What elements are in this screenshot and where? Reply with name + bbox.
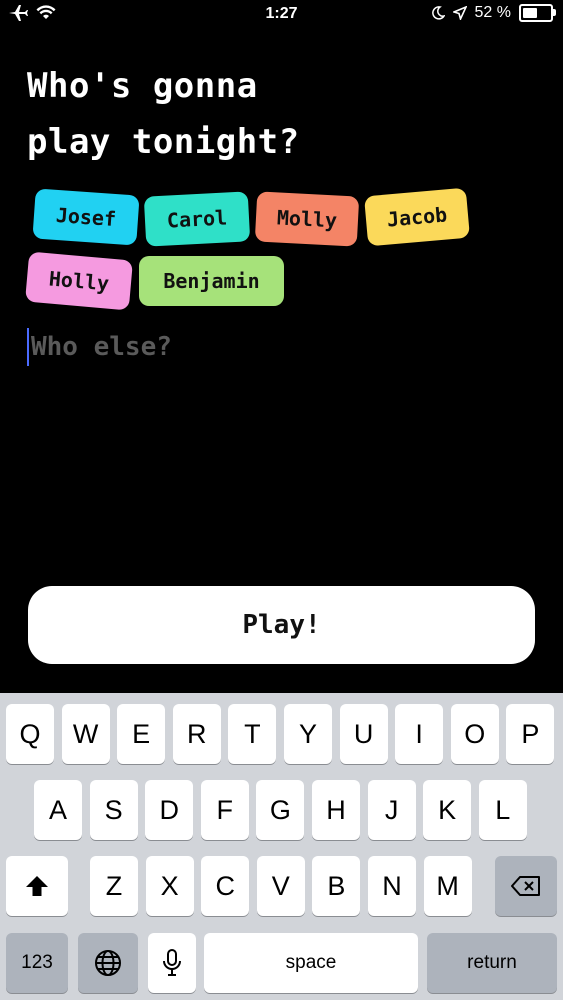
page-title: Who's gonna play tonight? <box>27 66 300 162</box>
name-input-placeholder: Who else? <box>31 332 172 362</box>
return-key[interactable]: return <box>427 933 557 993</box>
moon-icon <box>431 6 445 20</box>
numbers-key[interactable]: 123 <box>6 933 68 993</box>
key-v[interactable]: V <box>256 856 305 916</box>
player-chip-benjamin[interactable]: Benjamin <box>139 256 284 306</box>
key-d[interactable]: D <box>145 780 194 840</box>
key-z[interactable]: Z <box>90 856 138 916</box>
key-e[interactable]: E <box>117 704 166 764</box>
key-f[interactable]: F <box>200 780 249 840</box>
key-h[interactable]: H <box>312 780 360 840</box>
key-i[interactable]: I <box>395 704 444 764</box>
key-t[interactable]: T <box>228 704 277 764</box>
player-chip-holly[interactable]: Holly <box>25 251 133 311</box>
player-chip-jacob[interactable]: Jacob <box>364 187 470 247</box>
status-right: 52 % <box>431 4 556 22</box>
key-x[interactable]: X <box>145 856 194 916</box>
key-y[interactable]: Y <box>284 704 332 764</box>
shift-key[interactable] <box>6 856 68 916</box>
key-w[interactable]: W <box>61 704 110 764</box>
delete-key[interactable] <box>495 856 557 916</box>
key-o[interactable]: O <box>450 704 499 764</box>
key-a[interactable]: A <box>34 780 82 840</box>
key-c[interactable]: C <box>201 856 250 916</box>
microphone-icon <box>163 949 181 977</box>
battery-fill <box>523 8 537 18</box>
key-r[interactable]: R <box>172 704 221 764</box>
key-p[interactable]: P <box>506 704 555 764</box>
key-n[interactable]: N <box>368 856 416 916</box>
player-chip-molly[interactable]: Molly <box>254 191 360 247</box>
microphone-key[interactable] <box>148 933 196 993</box>
key-q[interactable]: Q <box>6 704 54 764</box>
key-s[interactable]: S <box>89 780 138 840</box>
play-button[interactable]: Play! <box>28 586 535 664</box>
key-b[interactable]: B <box>312 856 361 916</box>
player-chip-josef[interactable]: Josef <box>32 188 140 246</box>
location-icon <box>452 6 467 20</box>
key-k[interactable]: K <box>423 780 472 840</box>
shift-icon <box>25 875 49 897</box>
key-l[interactable]: L <box>478 780 527 840</box>
globe-icon <box>94 949 122 977</box>
text-caret <box>27 328 29 366</box>
key-u[interactable]: U <box>339 704 388 764</box>
key-g[interactable]: G <box>256 780 305 840</box>
battery-percent: 52 % <box>474 4 511 21</box>
key-j[interactable]: J <box>367 780 416 840</box>
key-m[interactable]: M <box>423 856 472 916</box>
keyboard: Q W E R T Y U I O P A S D F G H J K L Z X C V B N M 123 space return <box>0 693 563 1000</box>
status-bar: 1:27 52 % <box>0 0 563 30</box>
name-input[interactable]: Who else? <box>27 328 427 366</box>
player-chip-carol[interactable]: Carol <box>143 191 251 247</box>
space-key[interactable]: space <box>204 933 418 993</box>
globe-key[interactable] <box>78 933 138 993</box>
delete-icon <box>511 876 541 896</box>
battery-icon <box>519 4 556 22</box>
